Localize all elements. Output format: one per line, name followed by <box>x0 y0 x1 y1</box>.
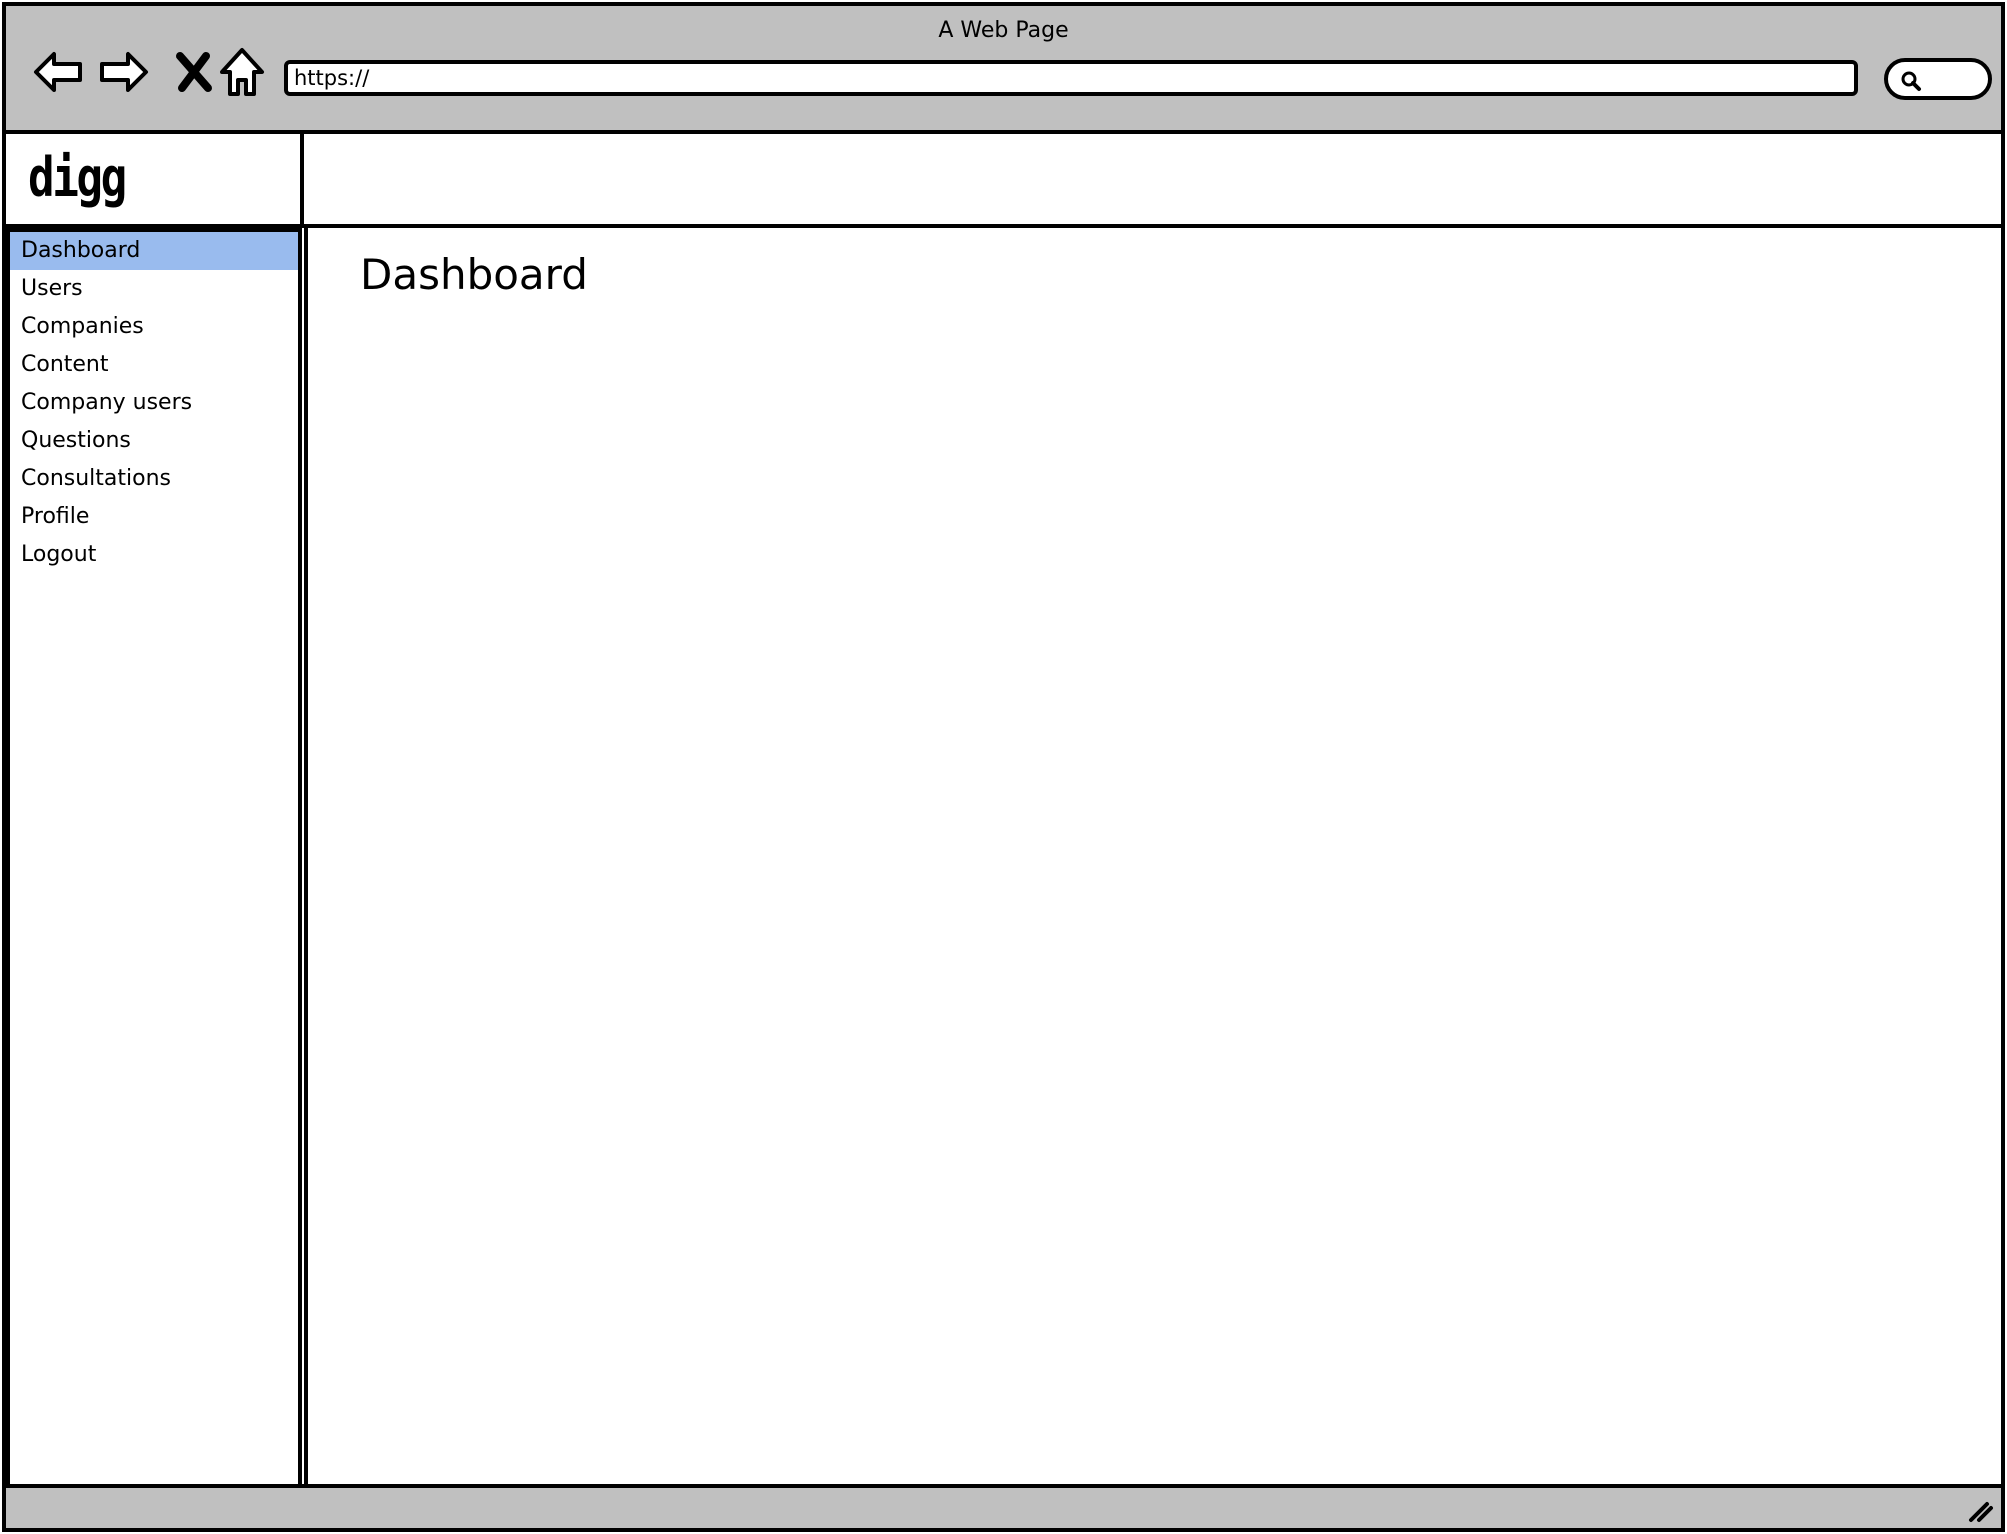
search-icon <box>1901 71 1921 91</box>
resize-grip-icon[interactable] <box>1965 1494 1995 1524</box>
home-icon[interactable] <box>214 44 270 100</box>
sidebar-item-users[interactable]: Users <box>10 270 298 308</box>
browser-chrome: A Web Page <box>6 6 2001 134</box>
main-content: Dashboard <box>304 228 2001 1488</box>
page-title: Dashboard <box>360 250 588 299</box>
sidebar-item-profile[interactable]: Profile <box>10 498 298 536</box>
logo-container: digg <box>6 134 304 228</box>
sidebar-item-content[interactable]: Content <box>10 346 298 384</box>
sidebar-item-logout[interactable]: Logout <box>10 536 298 574</box>
sidebar-item-companies[interactable]: Companies <box>10 308 298 346</box>
sidebar-nav: Dashboard Users Companies Content Compan… <box>6 228 302 1488</box>
browser-search-field[interactable] <box>1884 58 1992 100</box>
sidebar-item-company-users[interactable]: Company users <box>10 384 298 422</box>
window-title: A Web Page <box>938 18 1069 43</box>
status-bar <box>6 1484 2001 1528</box>
browser-window: A Web Page digg Dashboard Users Compan <box>2 2 2005 1532</box>
sidebar-item-questions[interactable]: Questions <box>10 422 298 460</box>
digg-logo[interactable]: digg <box>28 148 127 208</box>
sidebar-list: Dashboard Users Companies Content Compan… <box>10 232 298 574</box>
sidebar-item-dashboard[interactable]: Dashboard <box>10 232 298 270</box>
back-arrow-icon[interactable] <box>30 44 86 100</box>
header-bar <box>304 134 2001 228</box>
url-input[interactable] <box>284 60 1858 96</box>
forward-arrow-icon[interactable] <box>96 44 152 100</box>
sidebar-item-consultations[interactable]: Consultations <box>10 460 298 498</box>
